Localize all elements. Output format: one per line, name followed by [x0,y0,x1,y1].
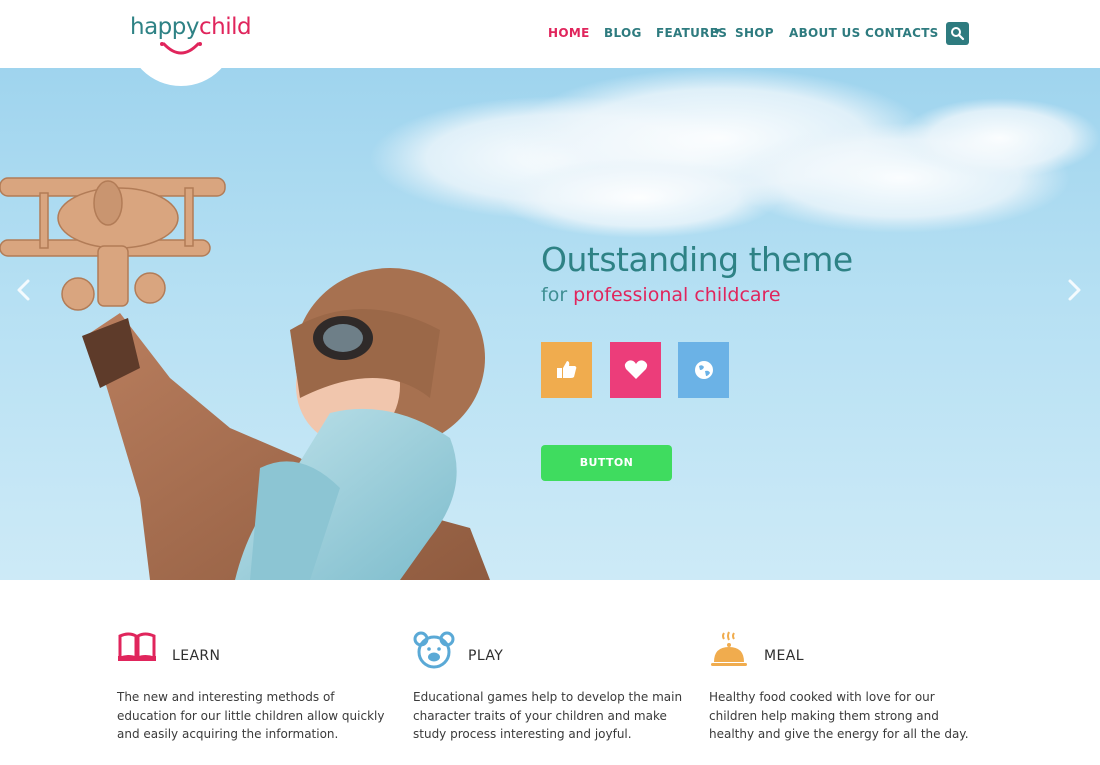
hero-subtitle-prefix: for [541,284,568,306]
logo-text: happychild [130,14,252,40]
hero-slider: Outstanding theme for professional child… [0,68,1100,580]
globe-tile[interactable] [678,342,729,398]
bear-icon [413,631,455,669]
hero-subtitle-highlight: professional childcare [573,284,781,306]
hero-subtitle: for professional childcare [541,284,781,306]
heart-icon [624,360,648,379]
nav-shop[interactable]: SHOP [735,26,774,40]
book-icon [118,632,156,661]
nav-home[interactable]: HOME [548,26,590,40]
feature-text: Healthy food cooked with love for our ch… [709,690,969,741]
logo-text-child: child [198,14,252,40]
hero-image [0,68,1100,580]
nav-about-us[interactable]: ABOUT US [789,26,861,40]
feature-title: LEARN [172,648,221,664]
nav-features[interactable]: FEATURES ▼ [656,26,727,40]
thumbs-up-icon [557,361,577,378]
nav-blog[interactable]: BLOG [604,26,642,40]
search-icon [951,27,965,41]
feature-title: MEAL [764,648,804,664]
feature-text: The new and interesting methods of educa… [117,690,385,741]
food-cloche-icon [711,631,747,666]
search-button[interactable] [946,22,969,45]
feature-title: PLAY [468,648,504,664]
logo-text-happy: happy [130,14,199,40]
hero-button[interactable]: BUTTON [541,445,672,481]
next-slide-arrow-icon[interactable] [1064,276,1084,304]
smile-icon [160,42,202,55]
prev-slide-arrow-icon[interactable] [14,276,34,304]
caret-down-icon: ▼ [714,27,721,36]
thumbs-up-tile[interactable] [541,342,592,398]
globe-icon [695,361,713,379]
feature-text: Educational games help to develop the ma… [413,690,683,741]
hero-title: Outstanding theme [541,240,853,279]
features-section: LEARN The new and interesting methods of… [0,580,1100,765]
nav-contacts[interactable]: CONTACTS [865,26,939,40]
heart-tile[interactable] [610,342,661,398]
